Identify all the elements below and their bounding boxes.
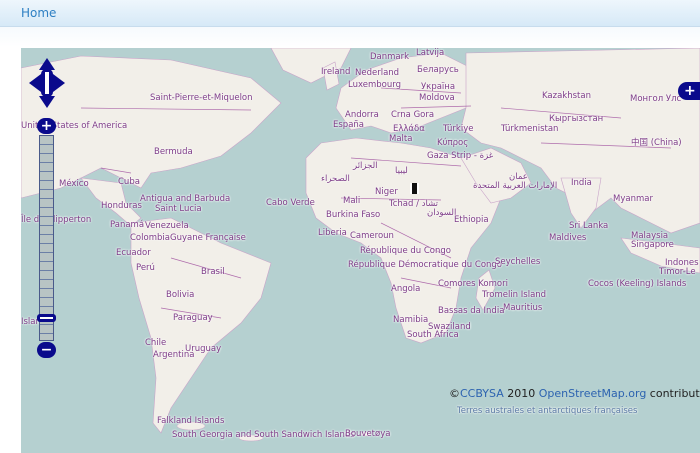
zoom-out-icon[interactable]: − — [37, 342, 56, 358]
map-attribution: ©CCBYSA 2010 OpenStreetMap.org contribut… — [449, 387, 700, 400]
map-label-kyrgyz: Кыргызстан — [549, 114, 604, 124]
osm-link[interactable]: OpenStreetMap.org — [539, 387, 647, 400]
map-label-emirates: الإمارات العربية المتحدة — [473, 181, 558, 191]
map-label-turkiye: Türkiye — [443, 124, 474, 134]
zoom-slider-handle[interactable] — [37, 314, 56, 322]
map-label-congo: République du Congo — [360, 246, 451, 256]
license-link[interactable]: CCBYSA — [460, 387, 504, 400]
map-label-peru: Perú — [136, 263, 155, 273]
map-label-gazastrip: Gaza Strip - غزة — [427, 151, 494, 161]
map-label-srilanka: Sri Lanka — [569, 221, 609, 231]
map-label-caboverde: Cabo Verde — [266, 198, 315, 208]
map-label-belarus: Беларусь — [417, 65, 459, 75]
map-label-cameroun: Cameroun — [350, 231, 394, 241]
attribution-year: 2010 — [503, 387, 539, 400]
map-label-niger: Niger — [375, 187, 398, 197]
map-label-mauritius: Mauritius — [503, 303, 543, 313]
map-label-timor: Timor-Le — [659, 267, 696, 277]
map-label-clipperton: Île de Clipperton — [21, 215, 92, 225]
map-label-zhongguo: 中国 (China) — [631, 138, 682, 148]
map-label-liberia: Liberia — [318, 228, 347, 238]
map-label-bermuda: Bermuda — [154, 147, 193, 157]
map-label-ellas: Ελλάδα — [393, 124, 425, 134]
map-label-guyane: Guyane Française — [170, 233, 246, 243]
map-label-antigua: Antigua and Barbuda — [140, 194, 231, 204]
zoom-in-icon[interactable]: + — [37, 118, 56, 134]
map-label-taaf: Terres australes et antarctiques françai… — [457, 406, 638, 416]
map-label-chile: Chile — [145, 338, 167, 348]
map-label-venezuela: Venezuela — [145, 221, 189, 231]
map-label-panama: Panamá — [110, 220, 145, 230]
map-label-jazair: الجزائر — [353, 161, 378, 171]
map-label-kypros: Κύπρος — [437, 138, 469, 148]
map-label-honduras: Honduras — [101, 201, 142, 211]
map-label-turkmenistan: Türkmenistan — [501, 124, 559, 134]
map-label-espana: España — [333, 120, 364, 130]
map-label-stlucia: Saint Lucia — [155, 204, 202, 214]
map-label-crna: Crna Gora — [391, 110, 435, 120]
map-label-malta: Malta — [389, 134, 413, 144]
map-label-danmark: Danmark — [370, 52, 410, 62]
map-label-argentina: Argentina — [153, 350, 195, 360]
map-label-brasil: Brasil — [201, 267, 225, 277]
map-label-bassas: Bassas da India — [438, 306, 505, 316]
map-label-oman: عمان — [509, 172, 528, 182]
sub-header-strip — [0, 27, 700, 47]
map-label-comores: Comores Komori — [438, 279, 508, 289]
map-label-angola: Angola — [391, 284, 421, 294]
map-label-latvija: Latvija — [416, 48, 445, 58]
top-nav-bar: Home — [0, 0, 700, 27]
layer-switcher-icon[interactable]: + — [678, 82, 700, 100]
map-label-stpierre: Saint-Pierre-et-Miquelon — [150, 93, 253, 103]
map-label-mexico: México — [59, 179, 89, 189]
map-label-colombia: Colombia — [130, 233, 170, 243]
attribution-tail: contributors — [649, 387, 700, 400]
map-label-falkland: Falkland Islands — [157, 416, 225, 426]
copyright-symbol: © — [449, 387, 460, 400]
map-label-sudan: السودان — [427, 208, 457, 218]
map-label-seychelles: Seychelles — [495, 257, 541, 267]
map-label-namibia: Namibia — [393, 315, 429, 325]
map-label-ukraina: Україна — [421, 82, 456, 92]
map-label-ireland: Ireland — [321, 67, 351, 77]
map-label-paraguay: Paraguay — [173, 313, 213, 323]
map-label-bolivia: Bolivia — [166, 290, 195, 300]
zoom-slider-track[interactable] — [39, 135, 54, 341]
map-label-ecuador: Ecuador — [116, 248, 151, 258]
map-label-bouvetoya: Bouvetøya — [345, 429, 391, 439]
map-label-sahra: الصحراء — [321, 174, 350, 184]
zoom-control: + − — [37, 118, 56, 360]
map-label-mali: Mali — [343, 196, 361, 206]
map-label-mongol: Монгол Улс — [630, 94, 682, 104]
map-label-libya: ليبيا — [395, 166, 408, 176]
map-label-tromelin: Tromelin Island — [482, 290, 547, 300]
map-label-myanmar: Myanmar — [613, 194, 653, 204]
world-map[interactable]: Danmark Latvija Ireland Nederland Белару… — [21, 48, 700, 453]
pan-arrows-icon[interactable] — [29, 58, 65, 108]
map-label-andorra: Andorra — [345, 110, 379, 120]
map-label-moldova: Moldova — [419, 93, 455, 103]
film-marker-icon[interactable] — [410, 183, 419, 194]
map-label-ethiopia: Ethiopia — [454, 215, 489, 225]
map-label-cocos: Cocos (Keeling) Islands — [588, 279, 687, 289]
map-label-rdc: République Démocratique du Congo — [348, 260, 503, 270]
map-label-nederland: Nederland — [355, 68, 400, 78]
map-label-southafrica: South Africa — [407, 330, 459, 340]
map-label-luxembourg: Luxembourg — [348, 80, 401, 90]
map-label-kazakhstan: Kazakhstan — [542, 91, 591, 101]
map-label-southgeorgia: South Georgia and South Sandwich Islands — [172, 430, 355, 440]
map-label-india: India — [571, 178, 592, 188]
map-label-maldives: Maldives — [549, 233, 587, 243]
map-label-burkina: Burkina Faso — [326, 210, 381, 220]
map-label-singapore: Singapore — [631, 240, 674, 250]
map-label-cuba: Cuba — [118, 177, 140, 187]
home-link[interactable]: Home — [21, 6, 56, 20]
